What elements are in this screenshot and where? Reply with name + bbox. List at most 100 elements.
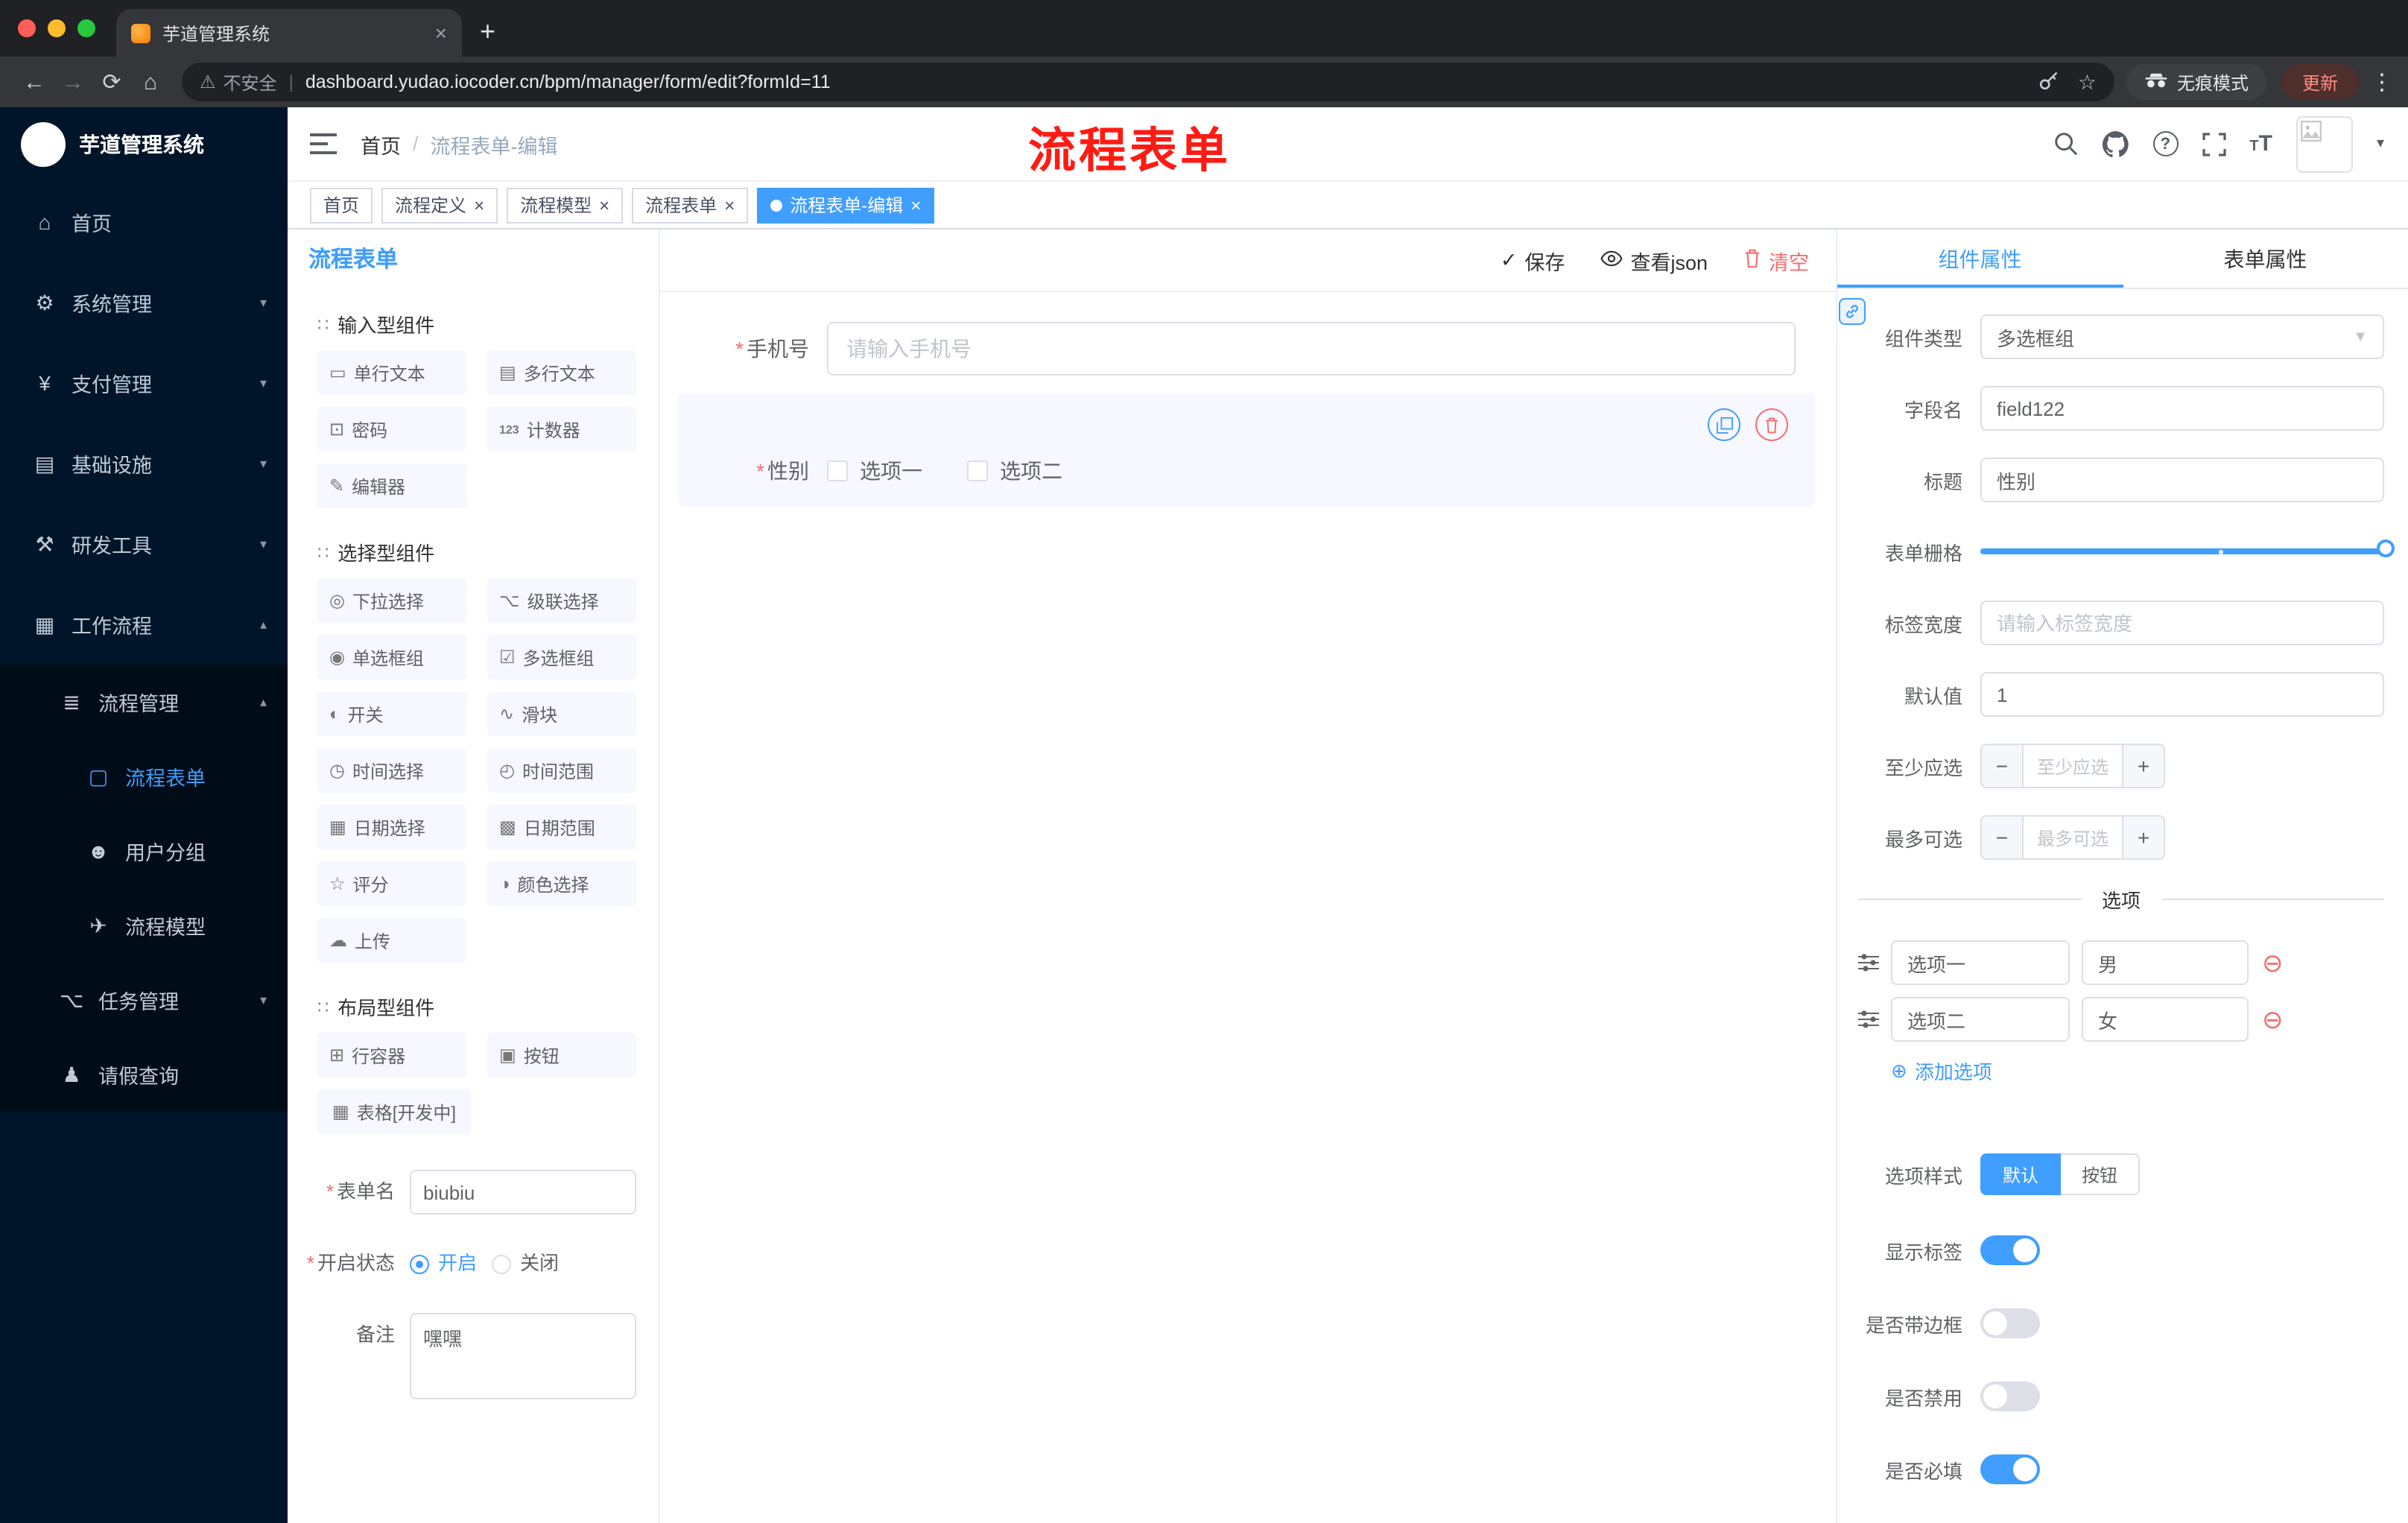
- palette-item-time-range[interactable]: ◴ 时间范围: [487, 748, 636, 793]
- label-width-input[interactable]: [1980, 601, 2384, 645]
- forward-icon[interactable]: →: [54, 69, 92, 95]
- font-size-icon[interactable]: TT: [2249, 131, 2272, 156]
- palette-item-button[interactable]: ▣ 按钮: [487, 1033, 636, 1077]
- back-icon[interactable]: ←: [15, 69, 54, 95]
- status-radio-on[interactable]: 开启: [410, 1241, 477, 1286]
- style-default-button[interactable]: 默认: [1980, 1153, 2062, 1195]
- grid-slider[interactable]: [1980, 539, 2395, 557]
- status-radio-off[interactable]: 关闭: [492, 1241, 559, 1286]
- title-input[interactable]: [1980, 457, 2384, 502]
- search-icon[interactable]: [2053, 131, 2078, 156]
- canvas-field-phone[interactable]: * 手机号: [678, 313, 1815, 384]
- sidebar-item-process-model[interactable]: ✈ 流程模型: [0, 888, 288, 963]
- breadcrumb-home[interactable]: 首页: [361, 129, 401, 159]
- disabled-switch[interactable]: [1980, 1381, 2040, 1411]
- palette-item-cascader[interactable]: ⌥ 级联选择: [487, 578, 636, 623]
- palette-item-upload[interactable]: ☁ 上传: [317, 918, 466, 963]
- component-type-select[interactable]: 多选框组 ▼: [1980, 314, 2384, 359]
- sidebar-item-infrastructure[interactable]: ▤ 基础设施 ▾: [0, 423, 288, 504]
- increase-button[interactable]: +: [2122, 745, 2164, 787]
- bookmark-star-icon[interactable]: ☆: [2078, 69, 2097, 95]
- canvas-field-gender-selected[interactable]: * 性别 选项一 选项二: [678, 393, 1815, 507]
- style-button-button[interactable]: 按钮: [2061, 1153, 2141, 1195]
- sidebar-item-system[interactable]: ⚙ 系统管理 ▾: [0, 262, 288, 343]
- decrease-button[interactable]: −: [1982, 817, 2024, 858]
- slider-handle[interactable]: [2377, 539, 2395, 557]
- close-window-icon[interactable]: [18, 19, 36, 37]
- app-logo[interactable]: 芋道管理系统: [0, 107, 288, 182]
- tab-component-props[interactable]: 组件属性: [1837, 229, 2123, 288]
- tag-close-icon[interactable]: ×: [599, 194, 609, 215]
- add-option-button[interactable]: ⊕ 添加选项: [1891, 1057, 2384, 1085]
- palette-item-editor[interactable]: ✎ 编辑器: [317, 463, 466, 508]
- key-icon[interactable]: [2039, 69, 2060, 95]
- save-button[interactable]: ✓ 保存: [1501, 245, 1565, 275]
- palette-item-counter[interactable]: 123 计数器: [487, 407, 636, 452]
- sidebar-item-process-form[interactable]: ▢ 流程表单: [0, 739, 288, 814]
- form-name-input[interactable]: [410, 1170, 636, 1215]
- sidebar-item-home[interactable]: ⌂ 首页: [0, 182, 288, 262]
- default-value-input[interactable]: [1980, 672, 2384, 717]
- drag-handle-icon[interactable]: [1858, 1010, 1879, 1028]
- hamburger-icon[interactable]: [310, 133, 337, 155]
- palette-item-dropdown[interactable]: ◎ 下拉选择: [317, 578, 466, 623]
- option1-label-input[interactable]: [1891, 940, 2070, 985]
- field-name-input[interactable]: [1980, 386, 2384, 431]
- sidebar-item-workflow[interactable]: ▦ 工作流程 ▴: [0, 584, 288, 665]
- palette-item-multi-line-text[interactable]: ▤ 多行文本: [487, 350, 636, 395]
- palette-item-time-picker[interactable]: ◷ 时间选择: [317, 748, 466, 793]
- decrease-button[interactable]: −: [1982, 745, 2024, 787]
- drag-handle-icon[interactable]: [1858, 954, 1879, 972]
- maximize-window-icon[interactable]: [77, 19, 95, 37]
- sidebar-item-devtools[interactable]: ⚒ 研发工具 ▾: [0, 504, 288, 584]
- browser-menu-icon[interactable]: ⋮: [2371, 69, 2393, 95]
- palette-item-slider[interactable]: ∿ 滑块: [487, 691, 636, 736]
- home-button-icon[interactable]: ⌂: [131, 69, 170, 95]
- palette-item-checkbox-group[interactable]: ☑ 多选框组: [487, 635, 636, 680]
- delete-component-button[interactable]: [1755, 408, 1788, 441]
- max-select-value[interactable]: 最多可选: [2024, 817, 2122, 858]
- user-avatar[interactable]: [2295, 115, 2353, 172]
- tag-process-form[interactable]: 流程表单 ×: [632, 187, 749, 223]
- palette-item-single-line-text[interactable]: ▭ 单行文本: [317, 350, 466, 395]
- gender-checkbox-option1[interactable]: 选项一: [827, 456, 922, 486]
- tag-home[interactable]: 首页: [310, 187, 373, 223]
- min-select-value[interactable]: 至少应选: [2024, 745, 2122, 787]
- browser-tab[interactable]: 芋道管理系统 ×: [116, 9, 462, 57]
- option2-value-input[interactable]: [2082, 997, 2249, 1042]
- palette-item-row-container[interactable]: ⊞ 行容器: [317, 1033, 466, 1077]
- tag-process-model[interactable]: 流程模型 ×: [507, 187, 624, 223]
- palette-item-date-picker[interactable]: ▦ 日期选择: [317, 805, 466, 849]
- palette-item-password[interactable]: ⊡ 密码: [317, 407, 466, 452]
- tag-process-definition[interactable]: 流程定义 ×: [381, 187, 498, 223]
- clear-button[interactable]: 清空: [1743, 245, 1809, 275]
- tag-process-form-edit[interactable]: 流程表单-编辑 ×: [757, 187, 935, 223]
- tag-close-icon[interactable]: ×: [474, 194, 484, 215]
- github-icon[interactable]: [2102, 130, 2129, 157]
- browser-update-button[interactable]: 更新: [2281, 64, 2359, 100]
- new-tab-button[interactable]: +: [480, 16, 495, 48]
- palette-item-table[interactable]: ▦ 表格[开发中]: [317, 1089, 472, 1134]
- palette-item-radio-group[interactable]: ◉ 单选框组: [317, 635, 466, 680]
- palette-item-rate[interactable]: ☆ 评分: [317, 861, 466, 906]
- help-icon[interactable]: ?: [2152, 131, 2179, 156]
- gender-checkbox-option2[interactable]: 选项二: [967, 456, 1062, 486]
- remove-option-icon[interactable]: ⊖: [2262, 1007, 2284, 1032]
- palette-item-date-range[interactable]: ▩ 日期范围: [487, 805, 636, 849]
- tag-close-icon[interactable]: ×: [724, 194, 735, 215]
- palette-item-color-picker[interactable]: ◑ 颜色选择: [487, 861, 636, 906]
- required-switch[interactable]: [1980, 1454, 2040, 1484]
- sidebar-item-task-management[interactable]: ⌥ 任务管理 ▾: [0, 963, 288, 1037]
- caret-down-icon[interactable]: ▾: [2377, 136, 2384, 152]
- palette-item-switch[interactable]: ◐ 开关: [317, 691, 466, 736]
- tag-close-icon[interactable]: ×: [910, 194, 921, 215]
- option1-value-input[interactable]: [2082, 940, 2249, 985]
- show-label-switch[interactable]: [1980, 1235, 2040, 1265]
- address-bar[interactable]: ⚠ 不安全 | dashboard.yudao.iocoder.cn/bpm/m…: [182, 63, 2114, 101]
- remove-option-icon[interactable]: ⊖: [2262, 950, 2284, 975]
- border-switch[interactable]: [1980, 1308, 2040, 1338]
- sidebar-item-process-management[interactable]: ≣ 流程管理 ▴: [0, 665, 288, 739]
- remark-textarea[interactable]: 嘿嘿: [410, 1313, 636, 1399]
- sidebar-item-user-group[interactable]: ☻ 用户分组: [0, 814, 288, 888]
- tab-close-icon[interactable]: ×: [435, 22, 447, 43]
